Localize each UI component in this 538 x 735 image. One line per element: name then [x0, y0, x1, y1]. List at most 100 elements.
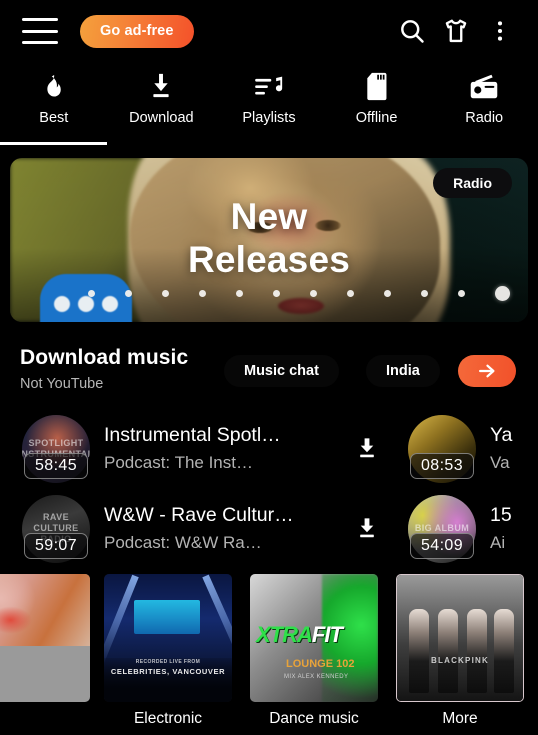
list-item-title: Ya [490, 424, 513, 446]
tab-radio[interactable]: Radio [430, 62, 538, 148]
media-list: SPOTLIGHT INSTRUMENTAL 58:45 Instrumenta… [0, 410, 538, 565]
hamburger-line [22, 41, 58, 44]
card-art-caption-small: RECORDED LIVE FROM [135, 659, 201, 665]
duration-badge: 54:09 [410, 532, 474, 559]
carousel-dot[interactable] [236, 290, 243, 297]
card-art-sub-a: LOUNGE [286, 658, 334, 670]
carousel-dot[interactable] [347, 290, 354, 297]
list-item-subtitle: Podcast: W&W Ra… [104, 533, 262, 552]
active-tab-indicator [0, 142, 107, 145]
duration-badge: 58:45 [24, 452, 88, 479]
carousel-dot[interactable] [125, 290, 132, 297]
tab-best[interactable]: Best [0, 62, 108, 148]
card-label: Dance music [269, 710, 359, 727]
hamburger-menu-icon[interactable] [22, 18, 58, 44]
tab-label: Radio [465, 110, 504, 126]
list-item-text: W&W - Rave Cultur… Podcast: W&W Ra… [104, 504, 350, 553]
carousel-dot[interactable] [458, 290, 465, 297]
list-item-subtitle: Podcast: The Inst… [104, 453, 253, 472]
music-chat-chip-wrapper: Music chat [222, 353, 341, 389]
duration-badge: 08:53 [410, 452, 474, 479]
card-label: More [442, 710, 478, 727]
hero-radio-badge[interactable]: Radio [431, 166, 514, 200]
tab-download[interactable]: Download [108, 62, 216, 148]
tab-label: Best [39, 110, 69, 126]
card-art-caption: BLACKPINK [431, 656, 489, 665]
thumbnail: SPOTLIGHT INSTRUMENTAL 58:45 [22, 414, 90, 483]
list-item-text: Instrumental Spotl… Podcast: The Inst… [104, 424, 350, 473]
region-chip-india[interactable]: India [364, 353, 442, 389]
list-item-title: 15 [490, 504, 512, 526]
tab-playlists[interactable]: Playlists [215, 62, 323, 148]
list-item[interactable]: SPOTLIGHT INSTRUMENTAL 58:45 Instrumenta… [22, 414, 384, 483]
hamburger-line [22, 18, 58, 21]
card-art-title-b: FIT [311, 622, 343, 647]
tab-offline[interactable]: Offline [323, 62, 431, 148]
list-item-title: W&W - Rave Cultur… [104, 504, 294, 526]
region-chip-wrapper: India [364, 353, 442, 389]
list-item[interactable]: 08:53 Ya Va [408, 414, 538, 483]
t-shirt-icon[interactable] [434, 9, 478, 53]
carousel-dot[interactable] [310, 290, 317, 297]
download-icon[interactable] [350, 437, 384, 461]
card-image [0, 574, 90, 702]
card-art-caption-main: CELEBRITIES, VANCOUVER [110, 667, 226, 676]
tab-bar: Best Download Playlists Offline Radio [0, 62, 538, 148]
radio-icon [469, 72, 499, 102]
list-item-text: 15 Ai [490, 504, 538, 553]
flame-icon [41, 72, 67, 102]
carousel-dot-active[interactable] [495, 286, 510, 301]
carousel-dot[interactable] [88, 290, 95, 297]
tab-label: Offline [355, 110, 398, 126]
list-item[interactable]: BIG ALBUM 54:09 15 Ai [408, 494, 538, 563]
duration-badge: 59:07 [24, 532, 88, 559]
category-card[interactable] [0, 574, 90, 710]
carousel-dot[interactable] [162, 290, 169, 297]
download-icon [147, 72, 175, 102]
hero-title-line1: New [230, 196, 308, 237]
hero-banner[interactable]: New Releases Radio [10, 158, 528, 322]
carousel-dot[interactable] [421, 290, 428, 297]
list-item[interactable]: RAVE CULTURE RADIO 59:07 W&W - Rave Cult… [22, 494, 384, 563]
list-item-text: Ya Va [490, 424, 538, 473]
music-chat-chip[interactable]: Music chat [222, 353, 341, 389]
media-row: SPOTLIGHT INSTRUMENTAL 58:45 Instrumenta… [0, 410, 538, 487]
carousel-dot[interactable] [273, 290, 280, 297]
thumbnail: 08:53 [408, 414, 476, 483]
media-row: RAVE CULTURE RADIO 59:07 W&W - Rave Cult… [0, 490, 538, 567]
playlist-music-icon [254, 72, 284, 102]
category-card-row: RECORDED LIVE FROM CELEBRITIES, VANCOUVE… [0, 570, 538, 735]
search-icon[interactable] [390, 9, 434, 53]
card-image: BLACKPINK [396, 574, 524, 702]
tab-label: Download [129, 110, 194, 126]
tab-label: Playlists [242, 110, 296, 126]
arrow-right-icon[interactable] [458, 355, 516, 387]
hamburger-line [22, 29, 58, 33]
category-card-electronic[interactable]: RECORDED LIVE FROM CELEBRITIES, VANCOUVE… [104, 574, 232, 728]
card-art-sub-small: MIX ALEX KENNEDY [284, 674, 349, 680]
card-image: RECORDED LIVE FROM CELEBRITIES, VANCOUVE… [104, 574, 232, 702]
thumbnail: BIG ALBUM 54:09 [408, 494, 476, 563]
download-icon[interactable] [350, 517, 384, 541]
list-item-subtitle: Ai [490, 533, 506, 552]
thumbnail: RAVE CULTURE RADIO 59:07 [22, 494, 90, 563]
card-label: Electronic [133, 710, 203, 727]
card-art-title-a: XTRA [256, 622, 313, 647]
card-art-caption: RECORDED LIVE FROM CELEBRITIES, VANCOUVE… [104, 659, 232, 676]
category-card-more[interactable]: BLACKPINK More [396, 574, 524, 728]
category-card-dance-music[interactable]: XTRAFIT LOUNGE 102 MIX ALEX KENNEDY Danc… [250, 574, 378, 728]
card-art-sub-b: 102 [336, 658, 355, 670]
list-item-title: Instrumental Spotl… [104, 424, 281, 446]
go-ad-free-button[interactable]: Go ad-free [80, 14, 194, 48]
hero-radio-badge-wrapper: Radio [431, 166, 514, 200]
carousel-dot[interactable] [199, 290, 206, 297]
three-dot-menu-icon[interactable] [478, 9, 522, 53]
section-title: Download music [20, 346, 189, 369]
top-app-bar: Go ad-free [0, 0, 538, 62]
hero-title: New Releases [10, 196, 528, 282]
card-image: XTRAFIT LOUNGE 102 MIX ALEX KENNEDY [250, 574, 378, 702]
carousel-dot[interactable] [384, 290, 391, 297]
list-item-subtitle: Va [490, 453, 510, 472]
app-screen: Go ad-free Best Download Playlists Offli… [0, 0, 538, 735]
sd-card-icon [365, 72, 389, 102]
